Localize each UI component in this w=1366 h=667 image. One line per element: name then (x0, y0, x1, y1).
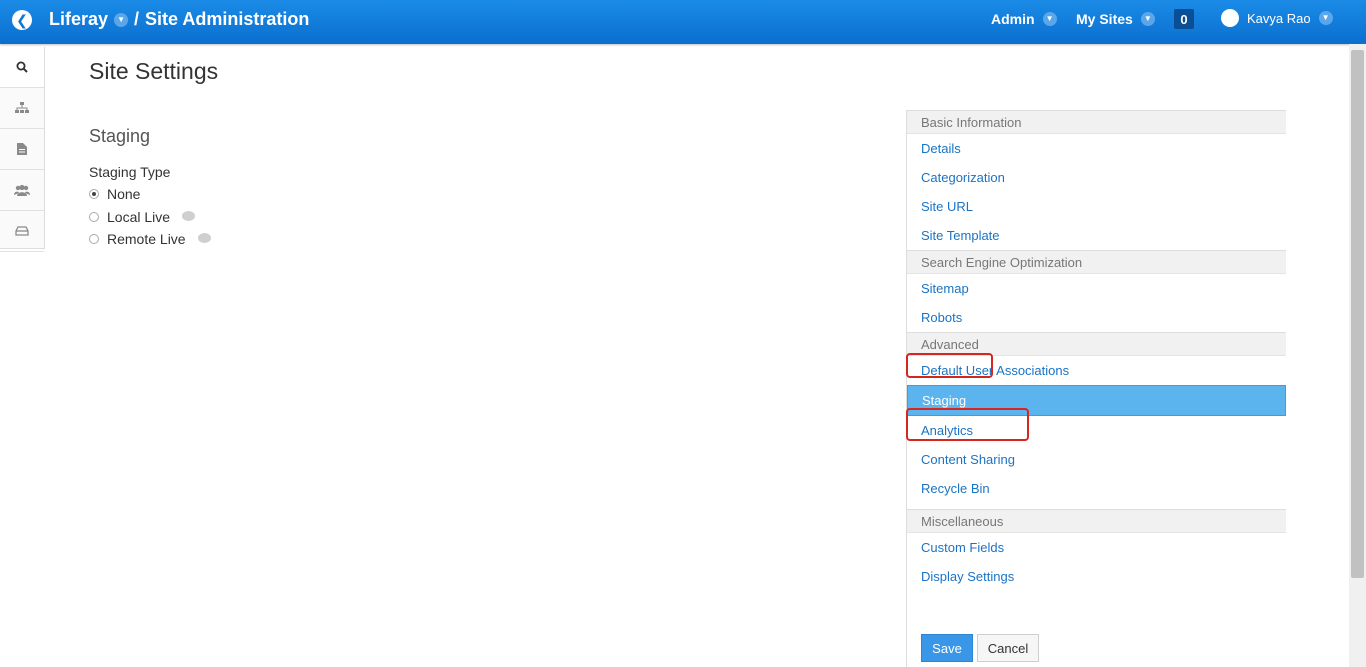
help-bubble-icon[interactable] (197, 233, 211, 243)
search-icon (16, 61, 28, 73)
section-title: Staging (89, 126, 151, 146)
breadcrumb-separator: / (134, 9, 140, 29)
users-icon (14, 184, 30, 196)
admin-menu-label: Admin (991, 11, 1035, 27)
radio-option-none[interactable]: None (89, 186, 140, 202)
menu-item-robots[interactable]: Robots (907, 303, 1286, 332)
back-arrow-icon[interactable]: ❮ (12, 10, 32, 30)
cancel-button[interactable]: Cancel (977, 634, 1039, 662)
menu-header-miscellaneous: Miscellaneous (907, 509, 1286, 533)
dock-configuration-button[interactable] (0, 211, 44, 252)
user-name: Kavya Rao (1247, 10, 1311, 26)
radio-option-remote-live[interactable]: Remote Live (89, 231, 211, 247)
radio-button[interactable] (89, 212, 99, 222)
my-sites-label: My Sites (1076, 11, 1133, 27)
user-menu[interactable]: Kavya Rao ▼ (1221, 9, 1333, 27)
avatar (1221, 9, 1239, 27)
chevron-down-icon: ▼ (1318, 11, 1333, 25)
dock-users-button[interactable] (0, 170, 44, 211)
notification-badge[interactable]: 0 (1174, 9, 1194, 29)
menu-item-custom-fields[interactable]: Custom Fields (907, 533, 1286, 562)
menu-item-sitemap[interactable]: Sitemap (907, 274, 1286, 303)
radio-button[interactable] (89, 189, 99, 199)
highlight-box-staging (906, 408, 1029, 441)
top-navigation-bar: ❮ Liferay ▼ / Site Administration Admin … (0, 0, 1366, 44)
dock-sitemap-button[interactable] (0, 88, 44, 129)
sitemap-icon (15, 102, 29, 113)
page-title: Site Settings (89, 58, 219, 84)
left-dock (0, 47, 45, 252)
page-scrollbar-thumb[interactable] (1351, 50, 1364, 578)
highlight-box-advanced (906, 353, 993, 378)
staging-type-label: Staging Type (89, 164, 171, 180)
radio-label: Local Live (107, 209, 171, 225)
chevron-down-icon[interactable]: ▼ (114, 12, 129, 27)
dock-search-button[interactable] (0, 47, 44, 88)
document-icon (17, 143, 27, 155)
menu-header-seo: Search Engine Optimization (907, 250, 1286, 274)
menu-item-content-sharing[interactable]: Content Sharing (907, 445, 1286, 474)
menu-item-categorization[interactable]: Categorization (907, 163, 1286, 192)
chevron-down-icon: ▼ (1140, 12, 1155, 26)
save-button[interactable]: Save (921, 634, 973, 662)
settings-menu: Basic Information Details Categorization… (906, 110, 1286, 667)
radio-label: None (107, 186, 141, 202)
chevron-down-icon: ▼ (1042, 12, 1057, 26)
admin-menu[interactable]: Admin ▼ (991, 11, 1057, 27)
menu-item-recycle-bin[interactable]: Recycle Bin (907, 474, 1286, 503)
menu-item-site-template[interactable]: Site Template (907, 221, 1286, 250)
help-bubble-icon[interactable] (182, 211, 196, 221)
my-sites-menu[interactable]: My Sites ▼ (1076, 11, 1155, 27)
radio-label: Remote Live (107, 231, 186, 247)
breadcrumb-current: Site Administration (145, 9, 310, 29)
radio-option-local-live[interactable]: Local Live (89, 209, 196, 225)
menu-item-site-url[interactable]: Site URL (907, 192, 1286, 221)
dock-content-button[interactable] (0, 129, 44, 170)
inbox-icon (15, 226, 29, 236)
menu-item-details[interactable]: Details (907, 134, 1286, 163)
brand-link[interactable]: Liferay (49, 9, 108, 30)
site-breadcrumb: Liferay ▼ / Site Administration (49, 9, 309, 30)
menu-header-basic-information: Basic Information (907, 110, 1286, 134)
radio-button[interactable] (89, 234, 99, 244)
menu-item-display-settings[interactable]: Display Settings (907, 562, 1286, 591)
